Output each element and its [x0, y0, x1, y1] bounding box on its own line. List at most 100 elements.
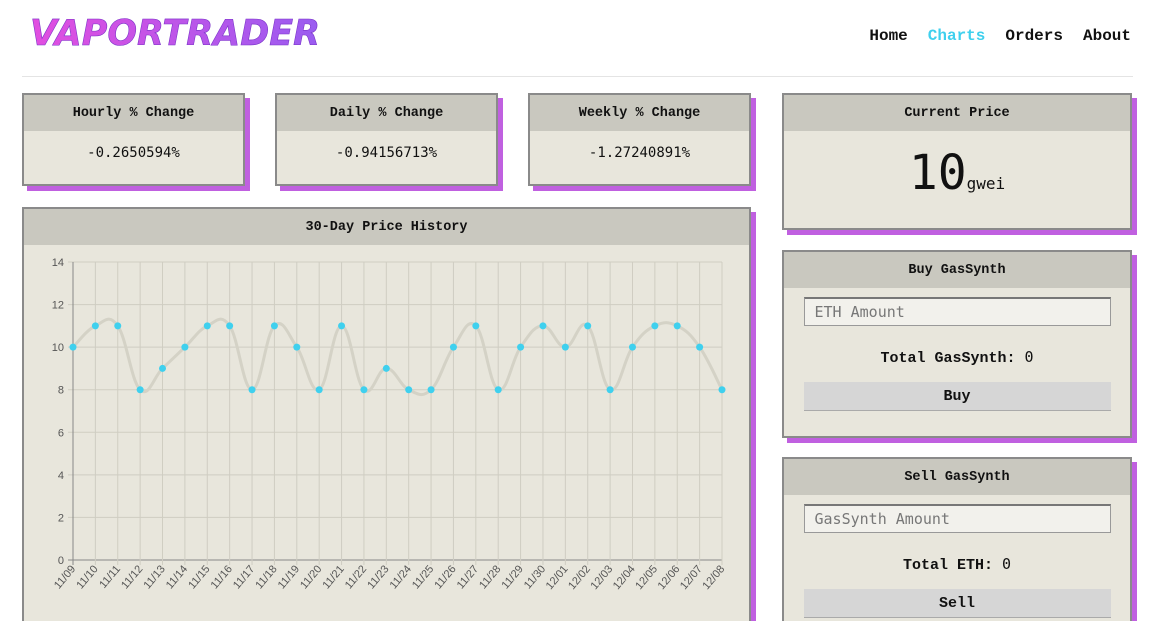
x-tick-label: 11/22	[343, 563, 369, 591]
price-data-point	[405, 386, 413, 394]
sell-total: Total ETH: 0	[784, 555, 1130, 574]
sell-total-label: Total ETH:	[902, 557, 993, 574]
y-tick-label: 4	[58, 470, 64, 482]
weekly-change-value: -1.27240891%	[588, 145, 691, 161]
price-data-point	[539, 322, 547, 330]
price-data-point	[718, 386, 726, 394]
hourly-change-title: Hourly % Change	[24, 95, 243, 131]
current-price-title: Current Price	[784, 95, 1130, 131]
x-tick-label: 11/15	[186, 563, 212, 591]
x-tick-label: 12/01	[544, 563, 571, 592]
price-data-point	[91, 322, 99, 330]
buy-total-value: 0	[1024, 348, 1034, 366]
nav-home[interactable]: Home	[869, 27, 907, 45]
x-tick-label: 11/09	[52, 563, 78, 591]
x-tick-label: 11/20	[298, 563, 324, 591]
price-data-point	[203, 322, 211, 330]
price-data-point	[226, 322, 234, 330]
price-data-point	[360, 386, 368, 394]
nav-charts[interactable]: Charts	[928, 27, 986, 45]
x-tick-label: 11/17	[231, 563, 257, 591]
price-data-point	[382, 364, 390, 372]
x-tick-label: 12/06	[656, 563, 683, 592]
x-tick-label: 11/18	[253, 563, 279, 591]
price-data-point	[606, 386, 614, 394]
sell-total-value: 0	[1002, 555, 1012, 573]
y-tick-label: 0	[58, 555, 64, 567]
x-tick-label: 11/19	[276, 563, 302, 591]
price-data-point	[494, 386, 502, 394]
y-tick-label: 2	[58, 512, 64, 524]
current-price-value: 10	[908, 145, 967, 201]
price-data-point	[159, 364, 167, 372]
price-data-point	[517, 343, 525, 351]
x-tick-label: 11/30	[522, 563, 548, 591]
x-tick-label: 11/23	[365, 563, 391, 591]
price-data-point	[338, 322, 346, 330]
brand-logo[interactable]: VAPORTRADER	[28, 10, 328, 54]
price-series-line	[71, 317, 724, 397]
price-data-point	[651, 322, 659, 330]
x-tick-label: 11/29	[500, 563, 526, 591]
price-data-point	[270, 322, 278, 330]
price-data-point	[293, 343, 301, 351]
current-price-unit: gwei	[966, 174, 1006, 193]
x-tick-label: 11/10	[74, 563, 100, 591]
price-data-point	[136, 386, 144, 394]
hourly-change-card: Hourly % Change -0.2650594%	[22, 93, 245, 186]
sell-title: Sell GasSynth	[784, 459, 1130, 495]
current-price-card: Current Price 10gwei	[782, 93, 1132, 230]
x-tick-label: 11/13	[141, 563, 167, 591]
y-tick-label: 14	[52, 257, 64, 269]
hourly-change-value: -0.2650594%	[87, 145, 180, 161]
nav-about[interactable]: About	[1083, 27, 1131, 45]
x-tick-label: 11/11	[97, 563, 123, 591]
x-tick-label: 12/07	[678, 563, 705, 592]
x-tick-label: 11/24	[388, 563, 414, 591]
price-data-point	[472, 322, 480, 330]
header-divider	[22, 76, 1133, 77]
price-data-point	[561, 343, 569, 351]
x-tick-label: 11/16	[209, 563, 235, 591]
gassynth-amount-input[interactable]	[803, 504, 1111, 533]
x-tick-label: 12/08	[700, 563, 727, 592]
price-data-point	[315, 386, 323, 394]
price-history-chart: 0246810121411/0911/1011/1111/1211/1311/1…	[52, 257, 728, 592]
y-tick-label: 8	[58, 385, 64, 397]
price-history-title: 30-Day Price History	[24, 209, 749, 245]
eth-amount-input[interactable]	[803, 297, 1111, 326]
sell-button[interactable]: Sell	[803, 589, 1111, 618]
price-data-point	[114, 322, 122, 330]
buy-title: Buy GasSynth	[784, 252, 1130, 288]
buy-card: Buy GasSynth Total GasSynth: 0 Buy	[782, 250, 1132, 438]
x-tick-label: 11/25	[410, 563, 436, 591]
price-data-point	[449, 343, 457, 351]
price-data-point	[696, 343, 704, 351]
x-tick-label: 11/26	[432, 563, 458, 591]
x-tick-label: 11/28	[477, 563, 503, 591]
price-data-point	[248, 386, 256, 394]
buy-total: Total GasSynth: 0	[784, 348, 1130, 367]
x-tick-label: 12/03	[589, 563, 616, 592]
x-tick-label: 12/02	[566, 563, 593, 592]
brand-logo-text: VAPORTRADER	[30, 13, 320, 54]
y-tick-label: 6	[58, 427, 64, 439]
x-tick-label: 12/04	[611, 563, 638, 592]
price-data-point	[181, 343, 189, 351]
price-data-point	[673, 322, 681, 330]
buy-total-label: Total GasSynth:	[880, 350, 1016, 367]
price-data-point	[427, 386, 435, 394]
price-history-card: 30-Day Price History 0 2 4 6 8 10 12 14 11/09 11/…	[22, 207, 751, 621]
weekly-change-card: Weekly % Change -1.27240891%	[528, 93, 751, 186]
price-data-point	[69, 343, 77, 351]
x-tick-label: 12/05	[633, 563, 660, 592]
sell-card: Sell GasSynth Total ETH: 0 Sell	[782, 457, 1132, 621]
nav-orders[interactable]: Orders	[1005, 27, 1063, 45]
y-tick-label: 12	[52, 300, 64, 312]
buy-button[interactable]: Buy	[803, 382, 1111, 411]
x-tick-label: 11/12	[119, 563, 145, 591]
x-tick-label: 11/14	[164, 563, 190, 591]
daily-change-value: -0.94156713%	[335, 145, 438, 161]
main-nav: Home Charts Orders About	[869, 27, 1131, 45]
y-tick-label: 10	[52, 342, 64, 354]
